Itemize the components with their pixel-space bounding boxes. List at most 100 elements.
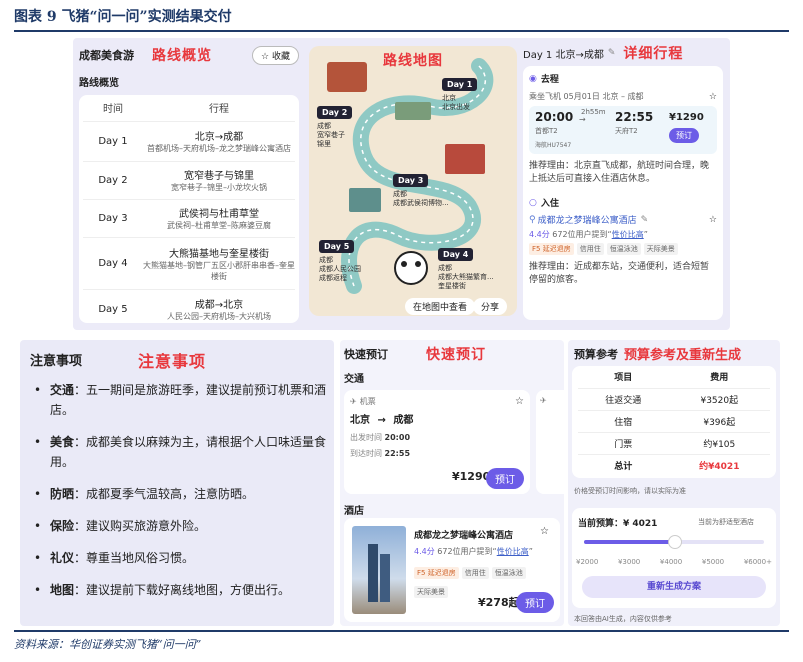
favorite-button[interactable]: ☆ 收藏 [252, 45, 299, 65]
hotel-label: 酒店 [344, 506, 364, 517]
book-hotel-button[interactable]: 预订 [516, 592, 554, 613]
budget-panel: 预算参考 预算参考及重新生成 项目 费用 往返交通 ¥3520起 住宿 ¥396起 门… [568, 340, 780, 626]
budget-item: 门票 [578, 432, 669, 455]
flight-ticket-card[interactable]: ✈ 机票 ☆ 北京 → 成都 出发时间 20:00 到达时间 22:55 ¥12… [344, 390, 530, 494]
flight-meta: 乘坐飞机 05月01日 北京 – 成都 [529, 92, 644, 101]
annotation-route-map: 路线地图 [383, 53, 443, 69]
route-overview: 成都美食游 路线概览 ☆ 收藏 路线概览 时间 行程 Day 1 北京→成都 首都… [79, 44, 299, 323]
annotation-detail: 详细行程 [623, 46, 684, 62]
day-cell: Day 3 [83, 199, 143, 238]
route-sub: 宽窄巷子–锦里–小龙坎火锅 [171, 183, 267, 192]
dep-time: 20:00 [535, 110, 574, 124]
route-main: 武侯祠与杜甫草堂 [179, 209, 259, 220]
share-button[interactable]: 分享 [473, 298, 508, 315]
note-text: ：成都美食以麻辣为主，请根据个人口味适量食用。 [50, 435, 327, 469]
edit-icon[interactable]: ✎ [641, 215, 649, 225]
slider-handle[interactable] [667, 535, 682, 549]
next-card-peek[interactable]: ✈ [536, 390, 564, 494]
hotel-tag: 恒温泳池 [491, 567, 526, 579]
arr-label: 到达时间 [350, 449, 382, 458]
map-marker-day5[interactable]: Day 5 成都 成都人民公园 成都返程 [319, 234, 361, 283]
map-marker-day2[interactable]: Day 2 成都 宽窄巷子 锦里 [317, 100, 353, 149]
quick-title: 快速预订 [344, 348, 388, 361]
table-row: Day 1 北京→成都 首都机场–天府机场–龙之梦瑞峰公寓酒店 [83, 121, 295, 162]
budget-header-cost: 费用 [668, 366, 770, 389]
notes-title: 注意事项 [30, 354, 83, 369]
map-marker-day3[interactable]: Day 3 成都 成都武侯祠博物... [393, 168, 449, 208]
budget-item: 住宿 [578, 410, 669, 433]
star-icon[interactable]: ☆ [709, 92, 717, 102]
hotel-tag: F5 延迟退房 [529, 243, 574, 255]
note-text: ：建议提前下载好离线地图，方便出行。 [74, 583, 291, 597]
route-main: 大熊猫基地与奎星楼街 [169, 248, 269, 260]
hotel-keyword-link[interactable]: 性价比高 [612, 230, 644, 239]
route-overview-label: 路线概览 [79, 78, 119, 89]
title-rule [14, 30, 789, 32]
budget-cost: 约¥105 [668, 432, 770, 455]
hotel-tag: 信用住 [576, 243, 604, 255]
note-key: 地图 [50, 583, 75, 597]
route-table: 时间 行程 Day 1 北京→成都 首都机场–天府机场–龙之梦瑞峰公寓酒店 Day… [83, 95, 295, 323]
table-row: 门票 约¥105 [578, 432, 770, 455]
star-icon[interactable]: ☆ [515, 396, 524, 407]
detail-itinerary: Day 1 北京→成都 ✎ 详细行程 ◉ 去程 乘坐飞机 05月01日 北京 – … [523, 44, 723, 320]
table-row: Day 4 大熊猫基地与奎星楼街 大熊猫基地–钢管厂五区小郡肝串串香–奎星楼街 [83, 237, 295, 290]
book-flight-button[interactable]: 预订 [669, 128, 699, 143]
budget-item: 总计 [614, 461, 633, 472]
edit-icon[interactable]: ✎ [608, 48, 616, 58]
flight-number: 海航HU7547 [535, 142, 572, 149]
timeline-dot-icon: ○ [529, 197, 537, 208]
budget-total: 约¥4021 [699, 461, 740, 472]
annotation-route-overview: 路线概览 [152, 48, 212, 64]
budget-cost: ¥396起 [668, 410, 770, 433]
location-pin-icon: ⚲ [529, 214, 536, 225]
hotel-keyword-link[interactable]: 性价比高 [497, 547, 529, 556]
list-item: 礼仪：尊重当地风俗习惯。 [34, 548, 334, 568]
star-icon[interactable]: ☆ [709, 215, 717, 225]
budget-slider[interactable] [584, 535, 764, 549]
hotel-reviews: 672位用户提到“ [437, 547, 497, 556]
note-text: ：五一期间是旅游旺季，建议提前预订机票和酒店。 [50, 383, 327, 417]
hotel-grade-label: 当前为舒适型酒店 [698, 518, 754, 526]
trip-title: 成都美食游 [79, 49, 134, 62]
budget-item: 往返交通 [578, 388, 669, 411]
view-on-map-button[interactable]: 在地图中查看 [405, 298, 476, 315]
budget-table-card: 项目 费用 往返交通 ¥3520起 住宿 ¥396起 门票 约¥105 总计 约¥4021 [572, 366, 776, 478]
plane-icon: ✈ [540, 396, 547, 405]
route-sub: 武侯祠–杜甫草堂–陈麻婆豆腐 [167, 221, 271, 230]
dep-label: 出发时间 [350, 433, 382, 442]
map-marker-day4[interactable]: Day 4 成都 成都大熊猫繁育... 奎星楼街 [438, 242, 494, 291]
slider-fill [584, 540, 675, 544]
flight-card[interactable]: 20:00 首都T2 2h55m → 22:55 天府T2 ¥1290 预订 海… [529, 106, 717, 154]
map-marker-text: 北京 北京出发 [442, 94, 470, 111]
note-key: 保险 [50, 519, 75, 533]
hotel-name-link[interactable]: 成都龙之梦瑞峰公寓酒店 [538, 213, 637, 226]
hotel-price: ¥278起 [478, 596, 520, 609]
budget-header-item: 项目 [578, 366, 669, 389]
route-sub: 人民公园–天府机场–大兴机场 [167, 312, 271, 321]
current-budget: 当前预算：¥ 4021 [578, 519, 658, 529]
route-map[interactable]: 路线地图 Day 1 北京 北京出发 Day 2 成都 宽窄巷子 锦里 Day … [309, 46, 517, 316]
flight-price: ¥1290 [669, 112, 704, 123]
slider-tick: ¥5000 [701, 558, 725, 566]
star-icon[interactable]: ☆ [540, 526, 549, 537]
star-icon: ☆ [261, 51, 270, 62]
note-text: ：建议购买旅游意外险。 [74, 519, 207, 533]
route-sub: 首都机场–天府机场–龙之梦瑞峰公寓酒店 [147, 144, 291, 153]
map-marker-day1[interactable]: Day 1 北京 北京出发 [442, 72, 478, 112]
route-main: 成都→北京 [194, 300, 244, 311]
regenerate-button[interactable]: 重新生成方案 [582, 576, 766, 598]
budget-table: 项目 费用 往返交通 ¥3520起 住宿 ¥396起 门票 约¥105 总计 约¥4021 [578, 366, 770, 476]
slider-tick: ¥6000+ [743, 558, 772, 566]
annotation-budget: 预算参考及重新生成 [624, 348, 742, 363]
hotel-score: 4.4分 [529, 230, 550, 239]
table-row: Day 5 成都→北京 人民公园–天府机场–大兴机场 [83, 289, 295, 323]
list-item: 美食：成都美食以麻辣为主，请根据个人口味适量食用。 [34, 432, 334, 472]
arr-time: 22:55 [615, 110, 654, 124]
book-ticket-button[interactable]: 预订 [486, 468, 524, 489]
map-marker-text: 成都 成都大熊猫繁育... 奎星楼街 [438, 264, 494, 290]
day-badge: Day 4 [438, 248, 474, 261]
budget-title: 预算参考 [574, 348, 618, 361]
hotel-tag: 天际美景 [414, 586, 448, 598]
hotel-card[interactable]: 成都龙之梦瑞峰公寓酒店 ☆ 4.4分 672位用户提到“性价比高” F5 延迟退… [344, 518, 560, 622]
